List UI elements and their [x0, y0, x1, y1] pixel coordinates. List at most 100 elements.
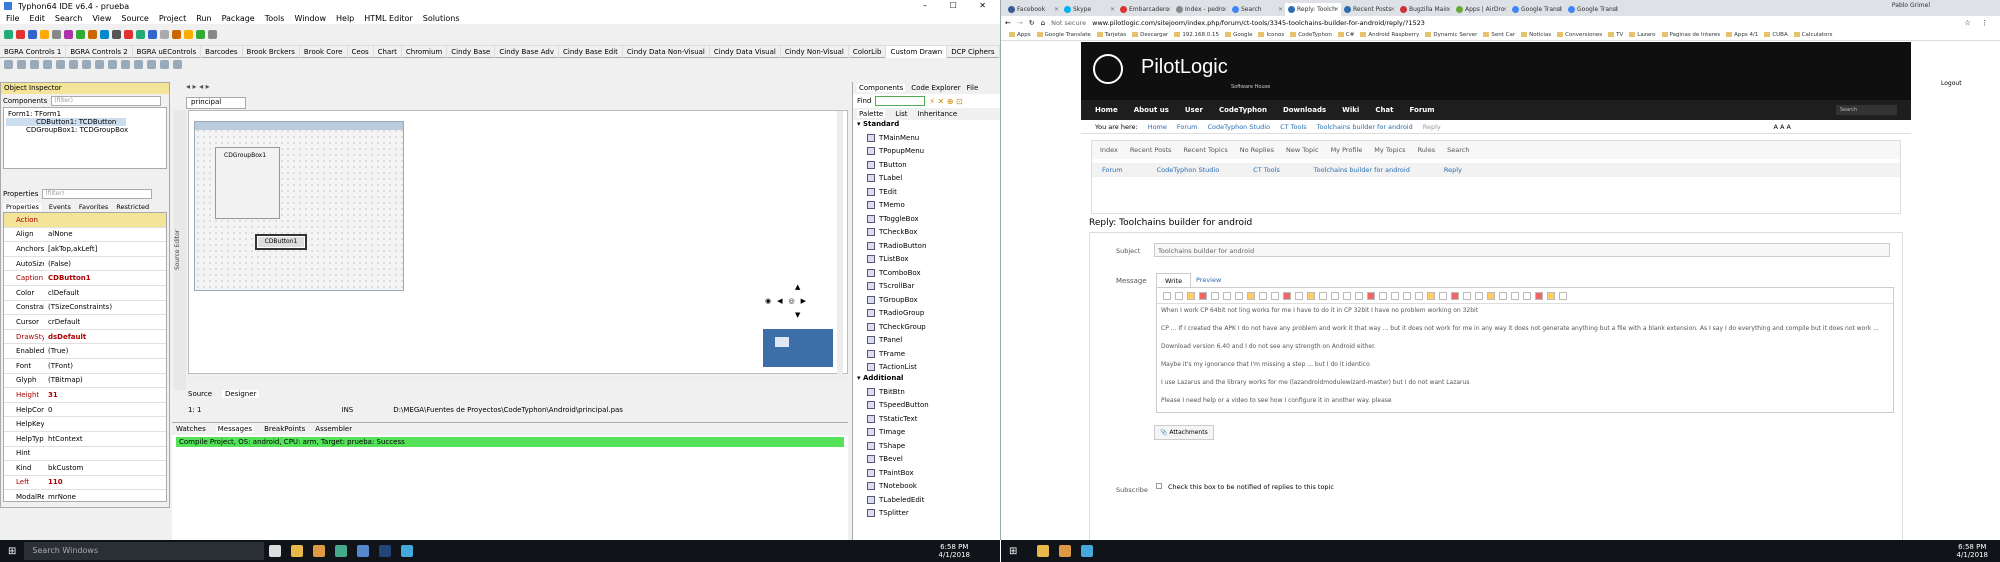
- url-field[interactable]: www.pilotlogic.com/sitejoom/index.php/fo…: [1092, 19, 1958, 27]
- component-icon[interactable]: [173, 59, 182, 69]
- property-tab[interactable]: Properties: [4, 202, 41, 211]
- messages-tab[interactable]: Messages: [215, 425, 255, 433]
- toolbar-button-icon[interactable]: [136, 30, 145, 39]
- component-tab[interactable]: BGRA Controls 1: [0, 45, 67, 58]
- forum-path-item[interactable]: Toolchains builder for android: [1314, 166, 1410, 174]
- explorer-icon[interactable]: [291, 545, 304, 557]
- component-tab[interactable]: Brook Core: [300, 45, 348, 58]
- write-tab[interactable]: Write: [1156, 273, 1192, 288]
- toolbar-button-icon[interactable]: [4, 30, 13, 39]
- properties-filter-input[interactable]: (filter): [42, 189, 153, 199]
- preview-tab[interactable]: Preview: [1196, 276, 1221, 284]
- forum-path-item[interactable]: Forum: [1102, 166, 1123, 174]
- start-icon[interactable]: ⊞: [8, 546, 16, 557]
- subject-input[interactable]: Toolchains builder for android: [1154, 243, 1890, 257]
- editor-format-icon[interactable]: [1295, 291, 1303, 300]
- font-size-controls[interactable]: A A A: [1774, 123, 1791, 131]
- messages-tab[interactable]: Watches: [176, 425, 206, 433]
- explorer-icon-right[interactable]: [1037, 545, 1050, 557]
- tree-item-button[interactable]: CDButton1: TCDButton: [6, 118, 126, 126]
- property-value[interactable]: [akTop,akLeft]: [44, 245, 97, 253]
- property-value[interactable]: 110: [44, 478, 63, 486]
- property-row[interactable]: Constraints(TSizeConstraints): [4, 301, 166, 316]
- editor-format-icon[interactable]: [1439, 291, 1447, 300]
- find-input[interactable]: [875, 96, 926, 106]
- bookmark-item[interactable]: 192.168.0.15: [1174, 32, 1219, 38]
- palette-item[interactable]: TRadioGroup: [853, 307, 1000, 321]
- palette-item[interactable]: TPopupMenu: [853, 145, 1000, 159]
- groupbox-component[interactable]: CDGroupBox1: [215, 147, 280, 219]
- palette-item[interactable]: TMemo: [853, 199, 1000, 213]
- menu-item[interactable]: Run: [196, 14, 211, 23]
- property-tab[interactable]: Restricted: [116, 203, 149, 211]
- tab-close-icon[interactable]: ×: [1502, 3, 1507, 16]
- forum-menu-item[interactable]: New Topic: [1286, 146, 1319, 154]
- property-value[interactable]: (True): [44, 347, 68, 355]
- property-row[interactable]: AutoSize (False): [4, 257, 166, 272]
- bookmark-item[interactable]: Descargar: [1132, 32, 1168, 38]
- chrome-icon-right[interactable]: [1059, 545, 1072, 557]
- editor-format-icon[interactable]: [1175, 291, 1183, 300]
- tab-close-icon[interactable]: ×: [1558, 3, 1563, 16]
- toolbar-button-icon[interactable]: [88, 30, 97, 39]
- site-nav-item[interactable]: Chat: [1375, 106, 1393, 114]
- browser-tab[interactable]: Google Transl ×: [1509, 3, 1565, 16]
- breadcrumb-item[interactable]: CodeTyphon Studio: [1208, 123, 1271, 131]
- property-value[interactable]: mrNone: [44, 493, 76, 501]
- property-value[interactable]: dsDefault: [44, 333, 86, 341]
- home-icon[interactable]: ⌂: [1041, 19, 1045, 27]
- property-row[interactable]: ModalResultmrNone: [4, 490, 166, 501]
- bookmark-item[interactable]: CUBA: [1764, 32, 1788, 38]
- component-tab[interactable]: Chart: [374, 45, 402, 58]
- tab-designer[interactable]: Designer: [222, 390, 260, 398]
- property-row[interactable]: Align alNone: [4, 228, 166, 243]
- editor-format-icon[interactable]: [1163, 291, 1171, 300]
- palette-item[interactable]: TSplitter: [853, 507, 1000, 521]
- task-view-icon[interactable]: [269, 545, 282, 557]
- component-icon[interactable]: [121, 59, 130, 69]
- attachments-button[interactable]: 📎 Attachments: [1154, 425, 1214, 440]
- property-value[interactable]: htContext: [44, 435, 83, 443]
- palette-item[interactable]: TNotebook: [853, 480, 1000, 494]
- tree-item-groupbox[interactable]: CDGroupBox1: TCDGroupBox: [6, 126, 164, 134]
- component-icon[interactable]: [134, 59, 143, 69]
- nav-up-icon[interactable]: ▲: [795, 283, 800, 291]
- editor-format-icon[interactable]: [1355, 291, 1363, 300]
- palette-item[interactable]: TBitBtn: [853, 385, 1000, 399]
- component-tab[interactable]: Cindy Data Non-Visual: [623, 45, 710, 58]
- component-tab[interactable]: Cindy Non-Visual: [781, 45, 849, 58]
- component-tab[interactable]: Custom Drawn: [886, 45, 948, 58]
- bookmark-item[interactable]: Apps: [1009, 32, 1031, 38]
- bookmark-item[interactable]: Android Raspberry: [1360, 32, 1419, 38]
- palette-item[interactable]: TButton: [853, 158, 1000, 172]
- browser-tab[interactable]: Google Transl ×: [1565, 3, 1621, 16]
- palette-tab[interactable]: Code Explorer: [911, 84, 960, 92]
- forum-menu-item[interactable]: My Profile: [1331, 146, 1363, 154]
- toolbar-button-icon[interactable]: [40, 30, 49, 39]
- browser-tab[interactable]: Embarcadero ×: [1117, 3, 1173, 16]
- chrome-icon[interactable]: [313, 545, 326, 557]
- forum-menu-item[interactable]: My Topics: [1374, 146, 1405, 154]
- pilotlogic-logo-icon[interactable]: [1093, 54, 1123, 84]
- editor-format-icon[interactable]: [1487, 291, 1495, 300]
- site-nav-item[interactable]: User: [1185, 106, 1203, 114]
- site-nav-item[interactable]: Home: [1095, 106, 1118, 114]
- tab-close-icon[interactable]: ×: [1166, 3, 1171, 16]
- cdbutton-component[interactable]: CDButton1: [255, 234, 307, 250]
- property-value[interactable]: 0: [44, 406, 52, 414]
- tab-close-icon[interactable]: ×: [1614, 3, 1619, 16]
- property-row[interactable]: Height 31: [4, 388, 166, 403]
- toolbar-button-icon[interactable]: [16, 30, 25, 39]
- property-value[interactable]: 31: [44, 391, 58, 399]
- component-tab[interactable]: BGRA uEControls: [133, 45, 202, 58]
- palette-item[interactable]: TMainMenu: [853, 131, 1000, 145]
- component-tab[interactable]: Cindy Base Adv: [495, 45, 559, 58]
- palette-item[interactable]: TPanel: [853, 334, 1000, 348]
- palette-item[interactable]: TEdit: [853, 185, 1000, 199]
- back-icon[interactable]: ←: [1005, 19, 1011, 27]
- editor-format-icon[interactable]: [1379, 291, 1387, 300]
- property-row[interactable]: DrawStyledsDefault: [4, 330, 166, 345]
- component-icon[interactable]: [56, 59, 65, 69]
- photoshop-icon[interactable]: [379, 545, 392, 557]
- property-value[interactable]: (False): [44, 260, 71, 268]
